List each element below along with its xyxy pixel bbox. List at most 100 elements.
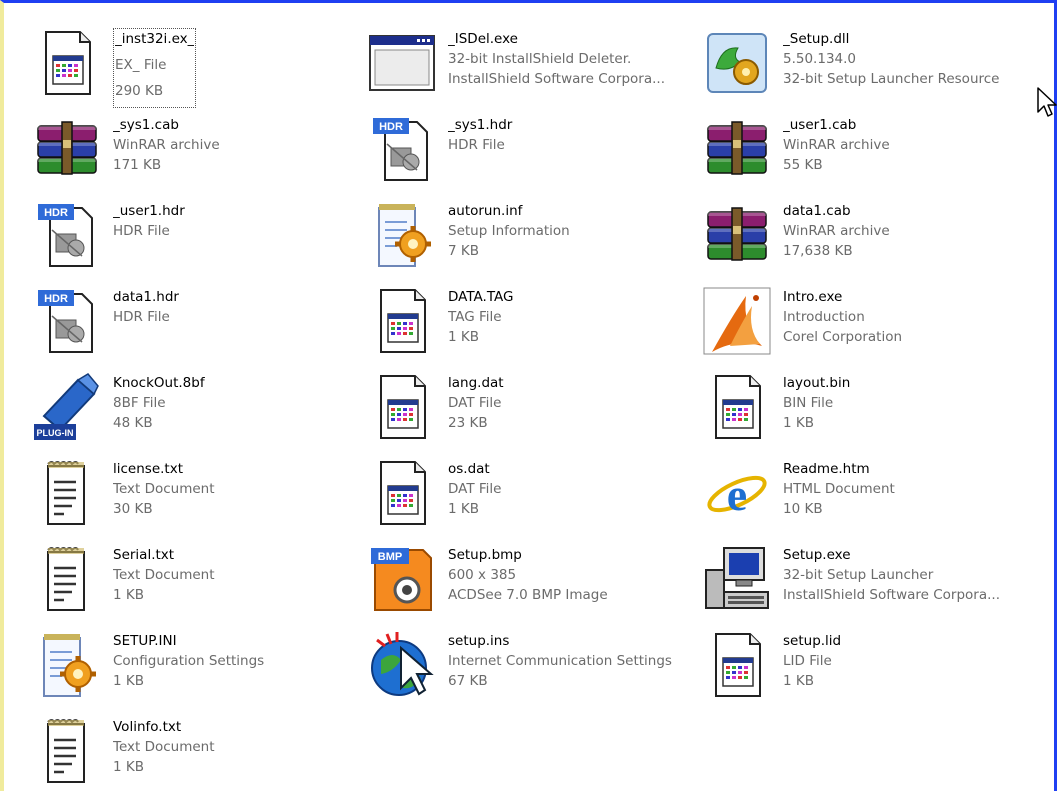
file-item[interactable]: Volinfo.txt Text Document 1 KB (29, 716, 364, 802)
file-item[interactable]: Serial.txt Text Document 1 KB (29, 544, 364, 630)
file-type: BIN File (783, 395, 834, 411)
file-item[interactable]: setup.lid LID File 1 KB (699, 630, 1034, 716)
file-label[interactable]: os.dat DAT File 1 KB (448, 459, 696, 519)
file-label[interactable]: _user1.cab WinRAR archive 55 KB (783, 115, 1031, 175)
application-window-icon[interactable] (367, 28, 437, 98)
file-label[interactable]: DATA.TAG TAG File 1 KB (448, 287, 696, 347)
setup-computer-icon[interactable] (702, 544, 772, 614)
file-name: Intro.exe (783, 289, 843, 305)
file-label[interactable]: _inst32i.ex_ EX_ File 290 KB (113, 28, 361, 114)
file-type: Configuration Settings (113, 653, 265, 669)
corel-intro-icon[interactable] (702, 286, 772, 356)
file-label[interactable]: Intro.exe Introduction Corel Corporation (783, 287, 1031, 347)
file-name: Setup.exe (783, 547, 851, 563)
file-detail: Corel Corporation (783, 329, 903, 345)
svg-text:HDR: HDR (44, 293, 68, 305)
file-type: 8BF File (113, 395, 166, 411)
file-label[interactable]: Setup.bmp 600 x 385 ACDSee 7.0 BMP Image (448, 545, 696, 605)
file-label[interactable]: _sys1.cab WinRAR archive 171 KB (113, 115, 361, 175)
file-type: EX_ File (115, 57, 167, 73)
file-type: WinRAR archive (113, 137, 220, 153)
file-name: license.txt (113, 461, 183, 477)
file-item[interactable]: setup.ins Internet Communication Settings… (364, 630, 699, 716)
file-item[interactable]: _inst32i.ex_ EX_ File 290 KB (29, 28, 364, 114)
file-label[interactable]: SETUP.INI Configuration Settings 1 KB (113, 631, 361, 691)
file-item[interactable]: BMP Setup.bmp 600 x 385 ACDSee 7.0 BMP Ima… (364, 544, 699, 630)
file-label[interactable]: _ISDel.exe 32-bit InstallShield Deleter. I… (448, 29, 696, 89)
file-label[interactable]: _sys1.hdr HDR File (448, 115, 696, 155)
file-item[interactable]: Setup.exe 32-bit Setup Launcher InstallShi… (699, 544, 1034, 630)
winrar-archive-icon[interactable] (702, 114, 772, 184)
dll-gear-icon[interactable] (702, 28, 772, 98)
setup-information-icon[interactable] (32, 630, 102, 700)
file-label[interactable]: license.txt Text Document 30 KB (113, 459, 361, 519)
plugin-icon[interactable]: PLUG-IN (32, 372, 102, 442)
text-document-icon[interactable] (32, 458, 102, 528)
file-detail: 55 KB (783, 157, 823, 173)
generic-document-icon[interactable] (367, 286, 437, 356)
text-document-icon[interactable] (32, 716, 102, 786)
file-detail: 1 KB (113, 587, 144, 603)
file-label[interactable]: Serial.txt Text Document 1 KB (113, 545, 361, 605)
file-label[interactable]: data1.hdr HDR File (113, 287, 361, 327)
setup-information-icon[interactable] (367, 200, 437, 270)
file-item[interactable]: _Setup.dll 5.50.134.0 32-bit Setup Launche… (699, 28, 1034, 114)
file-item[interactable]: HDR data1.hdr HDR File (29, 286, 364, 372)
internet-settings-icon[interactable] (367, 630, 437, 700)
file-item[interactable]: autorun.inf Setup Information 7 KB (364, 200, 699, 286)
file-label[interactable]: autorun.inf Setup Information 7 KB (448, 201, 696, 261)
hdr-file-icon[interactable]: HDR (32, 200, 102, 270)
mouse-pointer-icon (1037, 87, 1057, 117)
generic-document-icon[interactable] (367, 372, 437, 442)
generic-document-icon[interactable] (32, 28, 102, 98)
file-label[interactable]: Setup.exe 32-bit Setup Launcher InstallShi… (783, 545, 1031, 605)
internet-explorer-icon[interactable]: e (702, 458, 772, 528)
file-name: Volinfo.txt (113, 719, 182, 735)
file-label[interactable]: _user1.hdr HDR File (113, 201, 361, 241)
file-item[interactable]: license.txt Text Document 30 KB (29, 458, 364, 544)
file-item[interactable]: SETUP.INI Configuration Settings 1 KB (29, 630, 364, 716)
hdr-file-icon[interactable]: HDR (32, 286, 102, 356)
file-item[interactable]: os.dat DAT File 1 KB (364, 458, 699, 544)
file-type: 32-bit InstallShield Deleter. (448, 51, 632, 67)
winrar-archive-icon[interactable] (702, 200, 772, 270)
file-detail: 290 KB (115, 83, 164, 99)
text-document-icon[interactable] (32, 544, 102, 614)
file-label[interactable]: lang.dat DAT File 23 KB (448, 373, 696, 433)
winrar-archive-icon[interactable] (32, 114, 102, 184)
file-detail: 10 KB (783, 501, 823, 517)
file-item[interactable]: _sys1.cab WinRAR archive 171 KB (29, 114, 364, 200)
file-label[interactable]: Readme.htm HTML Document 10 KB (783, 459, 1031, 519)
hdr-file-icon[interactable]: HDR (367, 114, 437, 184)
file-label[interactable]: setup.lid LID File 1 KB (783, 631, 1031, 691)
file-item[interactable]: lang.dat DAT File 23 KB (364, 372, 699, 458)
file-list[interactable]: _inst32i.ex_ EX_ File 290 KB _ISDel.exe 32-… (29, 28, 1034, 802)
file-item[interactable]: HDR _user1.hdr HDR File (29, 200, 364, 286)
generic-document-icon[interactable] (702, 630, 772, 700)
file-label[interactable]: _Setup.dll 5.50.134.0 32-bit Setup Launche… (783, 29, 1031, 89)
file-item[interactable]: PLUG-IN KnockOut.8bf 8BF File 48 KB (29, 372, 364, 458)
file-name: data1.hdr (113, 289, 179, 305)
file-item[interactable]: _user1.cab WinRAR archive 55 KB (699, 114, 1034, 200)
file-item[interactable]: data1.cab WinRAR archive 17,638 KB (699, 200, 1034, 286)
file-label[interactable]: layout.bin BIN File 1 KB (783, 373, 1031, 433)
file-type: HDR File (448, 137, 505, 153)
file-item[interactable]: Intro.exe Introduction Corel Corporation (699, 286, 1034, 372)
file-label[interactable]: data1.cab WinRAR archive 17,638 KB (783, 201, 1031, 261)
generic-document-icon[interactable] (367, 458, 437, 528)
bmp-image-icon[interactable]: BMP (367, 544, 437, 614)
file-label[interactable]: Volinfo.txt Text Document 1 KB (113, 717, 361, 777)
file-item[interactable]: layout.bin BIN File 1 KB (699, 372, 1034, 458)
file-name: DATA.TAG (448, 289, 514, 305)
focus-rectangle: _inst32i.ex_ EX_ File 290 KB (113, 28, 197, 108)
generic-document-icon[interactable] (702, 372, 772, 442)
file-label[interactable]: setup.ins Internet Communication Settings… (448, 631, 696, 691)
file-item[interactable]: e Readme.htm HTML Document 10 KB (699, 458, 1034, 544)
file-name: _user1.cab (783, 117, 857, 133)
file-type: Text Document (113, 481, 215, 497)
file-item[interactable]: _ISDel.exe 32-bit InstallShield Deleter. I… (364, 28, 699, 114)
file-name: data1.cab (783, 203, 851, 219)
file-item[interactable]: HDR _sys1.hdr HDR File (364, 114, 699, 200)
file-label[interactable]: KnockOut.8bf 8BF File 48 KB (113, 373, 361, 433)
file-item[interactable]: DATA.TAG TAG File 1 KB (364, 286, 699, 372)
